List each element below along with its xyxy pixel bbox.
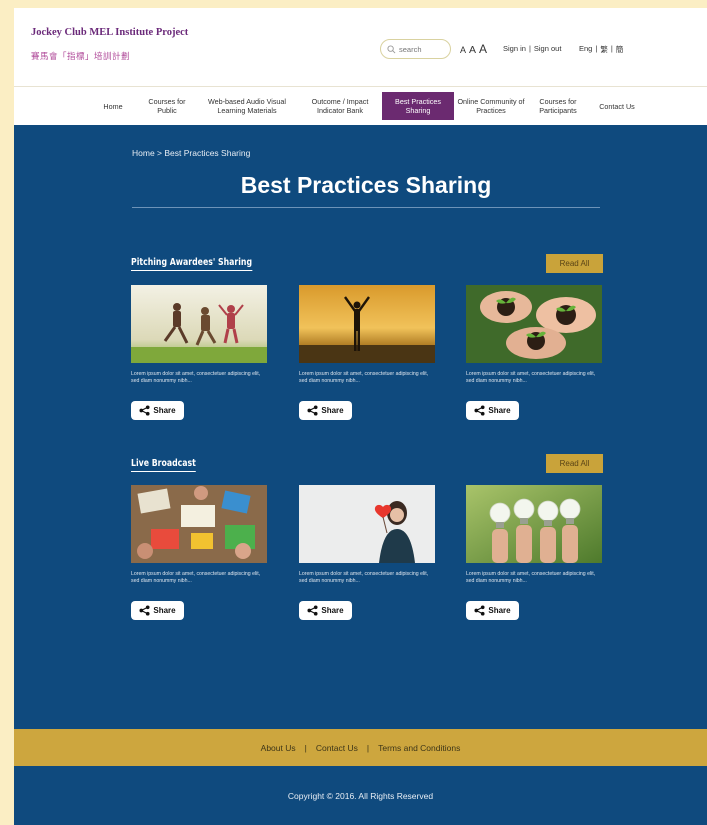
share-label: Share (321, 606, 344, 616)
nav-item-av-materials[interactable]: Web-based Audio Visual Learning Material… (200, 92, 294, 120)
card-live-2: Lorem ipsum dolor sit amet, consectetuer… (299, 485, 435, 621)
main-nav: Home Courses for Public Web-based Audio … (14, 86, 707, 125)
font-size-small-button[interactable]: A (460, 45, 466, 55)
share-icon (139, 605, 150, 616)
sunset-silhouette-photo[interactable] (299, 285, 435, 363)
share-label: Share (153, 606, 176, 616)
font-size-medium-button[interactable]: A (469, 44, 476, 56)
brand-title-zh[interactable]: 賽馬會「指標」培訓計劃 (31, 50, 130, 62)
section-title-pitching: Pitching Awardees' Sharing (131, 257, 253, 271)
font-size-controls: A A A (460, 42, 487, 56)
share-button[interactable]: Share (131, 401, 184, 421)
sign-out-link[interactable]: Sign out (534, 44, 562, 53)
share-icon (307, 405, 318, 416)
breadcrumb[interactable]: Home > Best Practices Sharing (132, 148, 250, 158)
section-title-live-broadcast: Live Broadcast (131, 458, 196, 472)
card-live-1: Lorem ipsum dolor sit amet, consectetuer… (131, 485, 267, 621)
workshop-table-photo[interactable] (131, 485, 267, 563)
share-icon (307, 605, 318, 616)
card-description: Lorem ipsum dolor sit amet, consectetuer… (131, 571, 261, 584)
card-description: Lorem ipsum dolor sit amet, consectetuer… (466, 371, 596, 384)
footer-about-link[interactable]: About Us (261, 743, 296, 753)
share-button[interactable]: Share (131, 601, 184, 621)
separator: | (610, 44, 613, 53)
site-header: Jockey Club MEL Institute Project 賽馬會「指標… (14, 8, 707, 86)
copyright-text: Copyright © 2016. All Rights Reserved (287, 790, 434, 801)
brand-title-en[interactable]: Jockey Club MEL Institute Project (31, 27, 188, 38)
lang-eng-link[interactable]: Eng (579, 44, 592, 55)
share-button[interactable]: Share (466, 601, 519, 621)
footer-terms-link[interactable]: Terms and Conditions (378, 743, 460, 753)
sign-in-link[interactable]: Sign in (503, 44, 526, 53)
lang-sc-link[interactable]: 簡 (616, 44, 624, 55)
font-size-large-button[interactable]: A (479, 42, 487, 56)
card-description: Lorem ipsum dolor sit amet, consectetuer… (299, 371, 429, 384)
card-description: Lorem ipsum dolor sit amet, consectetuer… (299, 571, 429, 584)
share-icon (474, 605, 485, 616)
share-icon (139, 405, 150, 416)
share-button[interactable]: Share (299, 401, 352, 421)
card-live-3: Lorem ipsum dolor sit amet, consectetuer… (466, 485, 602, 621)
nav-item-online-community[interactable]: Online Community of Practices (456, 92, 526, 120)
nav-item-home[interactable]: Home (98, 92, 128, 120)
hands-lightbulbs-photo[interactable] (466, 485, 602, 563)
share-label: Share (488, 606, 511, 616)
nav-item-contact[interactable]: Contact Us (594, 92, 640, 120)
nav-item-courses-public[interactable]: Courses for Public (142, 92, 192, 120)
language-switcher: Eng | 繁 | 簡 (579, 44, 623, 55)
footer-contact-link[interactable]: Contact Us (316, 743, 358, 753)
separator: | (304, 742, 307, 753)
page-title: Best Practices Sharing (240, 172, 492, 198)
share-label: Share (488, 406, 511, 416)
nav-item-best-practices[interactable]: Best Practices Sharing (382, 92, 454, 120)
card-pitching-3: Lorem ipsum dolor sit amet, consectetuer… (466, 285, 602, 421)
woman-heart-photo[interactable] (299, 485, 435, 563)
share-label: Share (321, 406, 344, 416)
card-description: Lorem ipsum dolor sit amet, consectetuer… (466, 571, 596, 584)
user-links: Sign in | Sign out (503, 44, 561, 53)
card-pitching-1: Lorem ipsum dolor sit amet, consectetuer… (131, 285, 267, 421)
people-jumping-photo[interactable] (131, 285, 267, 363)
nav-item-courses-participants[interactable]: Courses for Participants (532, 92, 584, 120)
nav-item-indicator-bank[interactable]: Outcome / Impact Indicator Bank (303, 92, 377, 120)
search-input[interactable] (399, 44, 447, 54)
separator: | (528, 44, 531, 53)
card-pitching-2: Lorem ipsum dolor sit amet, consectetuer… (299, 285, 435, 421)
card-description: Lorem ipsum dolor sit amet, consectetuer… (131, 371, 261, 384)
separator: | (595, 44, 598, 53)
share-button[interactable]: Share (466, 401, 519, 421)
share-button[interactable]: Share (299, 601, 352, 621)
main-content: Home > Best Practices Sharing Best Pract… (14, 125, 707, 729)
footer-links: About Us | Contact Us | Terms and Condit… (14, 729, 707, 766)
copyright: Copyright © 2016. All Rights Reserved (14, 766, 707, 825)
search-box[interactable] (380, 39, 451, 59)
read-all-button-live[interactable]: Read All (546, 454, 603, 473)
share-icon (474, 405, 485, 416)
separator: | (366, 742, 370, 753)
title-divider (132, 207, 600, 208)
lang-tc-link[interactable]: 繁 (600, 44, 608, 55)
read-all-button-pitching[interactable]: Read All (546, 254, 603, 273)
page-frame: Jockey Club MEL Institute Project 賽馬會「指標… (14, 8, 707, 825)
share-label: Share (153, 406, 176, 416)
search-icon (387, 44, 396, 53)
hands-seedlings-photo[interactable] (466, 285, 602, 363)
